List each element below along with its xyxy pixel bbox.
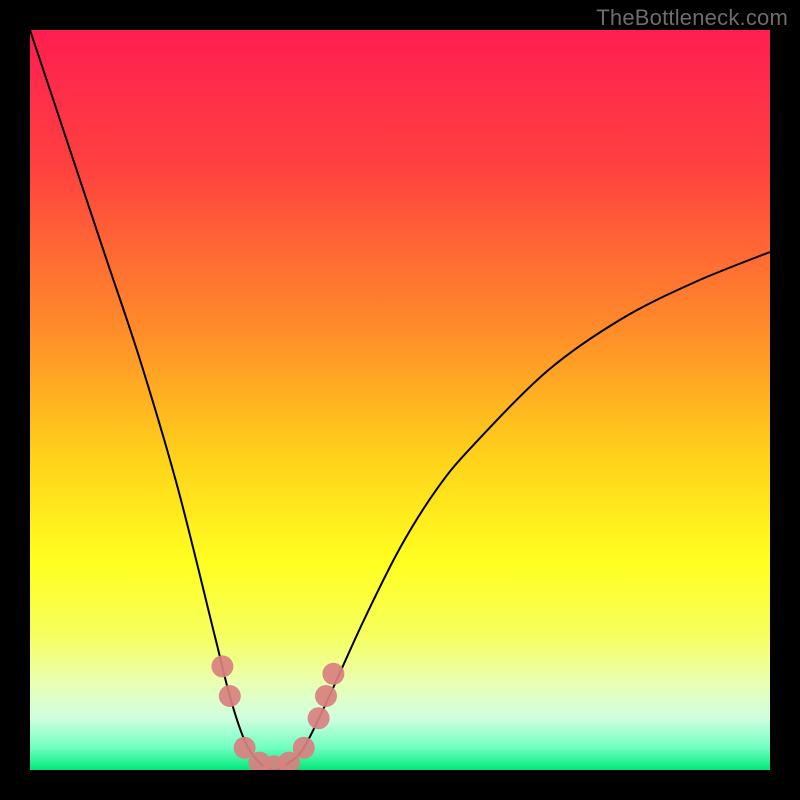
highlight-dot (315, 685, 337, 707)
highlight-dot (293, 737, 315, 759)
watermark-text: TheBottleneck.com (596, 5, 788, 31)
bottleneck-curve (30, 30, 770, 770)
highlight-dot (308, 707, 330, 729)
highlight-dot (322, 663, 344, 685)
highlight-dots (211, 655, 344, 770)
chart-frame: TheBottleneck.com (0, 0, 800, 800)
plot-area (30, 30, 770, 770)
highlight-dot (211, 655, 233, 677)
highlight-dot (219, 685, 241, 707)
curve-layer (30, 30, 770, 770)
